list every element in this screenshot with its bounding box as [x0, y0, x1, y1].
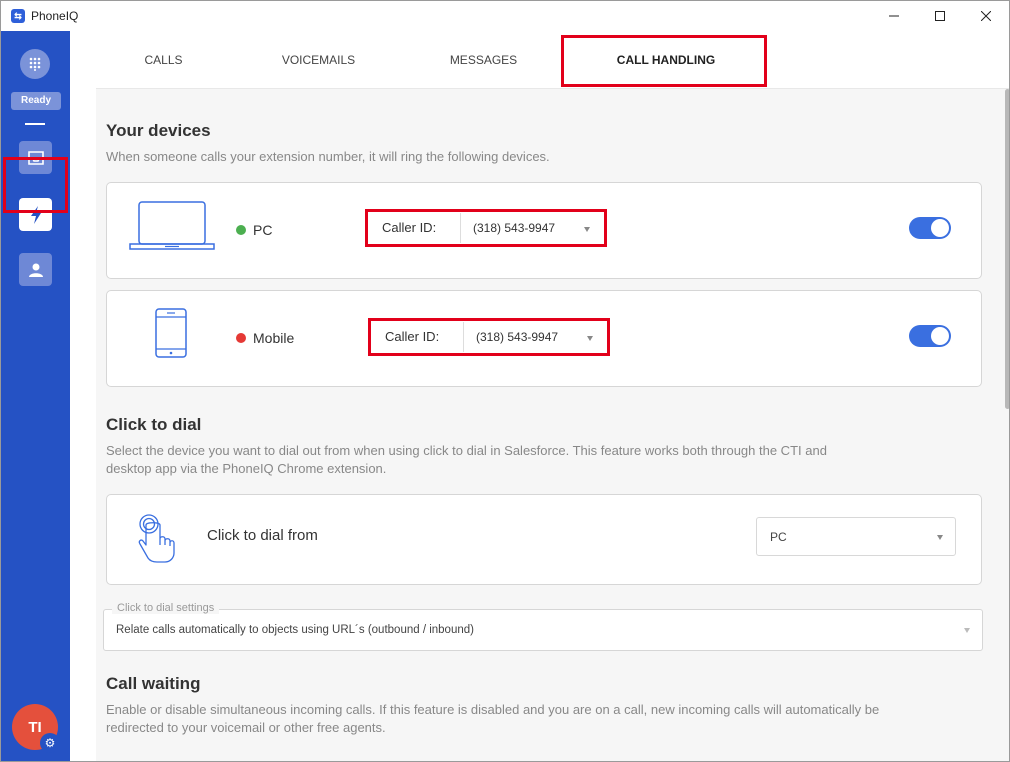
highlight-box-tab [561, 35, 767, 87]
sidebar-divider [25, 123, 45, 125]
toggle-knob [931, 327, 949, 345]
click-to-dial-description-1: Select the device you want to dial out f… [106, 443, 827, 458]
chevron-down-icon [587, 336, 593, 341]
click-to-dial-settings-legend: Click to dial settings [112, 602, 220, 614]
caller-id-select-pc[interactable]: Caller ID: (318) 543-9947 [365, 209, 607, 247]
mobile-phone-icon [155, 308, 187, 358]
app-logo-icon: ⇆ [11, 9, 25, 23]
call-waiting-title: Call waiting [106, 674, 201, 693]
caller-id-select-mobile[interactable]: Caller ID: (318) 543-9947 [368, 318, 610, 356]
status-badge[interactable]: Ready [11, 92, 61, 110]
minimize-icon [889, 15, 899, 17]
gear-icon[interactable]: ⚙ [40, 733, 60, 753]
dialpad-button[interactable] [20, 49, 50, 79]
close-button[interactable] [963, 1, 1009, 31]
chevron-down-icon [584, 227, 590, 232]
title-bar: ⇆ PhoneIQ [1, 1, 1009, 31]
device-name-pc: PC [253, 222, 273, 238]
hand-pointer-icon [138, 514, 175, 563]
scrollbar[interactable] [1005, 89, 1009, 409]
close-icon [981, 11, 991, 21]
sidebar-item-contacts[interactable] [19, 253, 52, 286]
tab-messages[interactable]: MESSAGES [436, 31, 531, 89]
click-to-dial-settings-select[interactable]: Relate calls automatically to objects us… [103, 609, 983, 651]
toggle-knob [931, 219, 949, 237]
chevron-down-icon [937, 535, 943, 540]
status-dot-mobile [236, 333, 246, 343]
maximize-button[interactable] [917, 1, 963, 31]
call-waiting-description-1: Enable or disable simultaneous incoming … [106, 702, 880, 717]
status-dot-pc [236, 225, 246, 235]
toggle-pc[interactable] [909, 217, 951, 239]
caller-id-value: (318) 543-9947 [473, 221, 556, 235]
tab-calls[interactable]: CALLS [116, 31, 211, 89]
caller-id-label: Caller ID: [368, 213, 461, 243]
person-icon [28, 263, 43, 277]
chevron-down-icon [964, 628, 970, 633]
click-to-dial-from-label: Click to dial from [207, 527, 318, 544]
devices-section-description: When someone calls your extension number… [106, 149, 550, 164]
call-waiting-description-2: redirected to your voicemail or other fr… [106, 720, 386, 735]
tab-bar: CALLS VOICEMAILS MESSAGES CALL HANDLING [96, 31, 1009, 89]
device-name-mobile: Mobile [253, 330, 295, 346]
click-to-dial-title: Click to dial [106, 415, 202, 434]
sidebar: Ready TI ⚙ [1, 31, 70, 761]
click-to-dial-description-2: desktop app via the PhoneIQ Chrome exten… [106, 461, 387, 476]
maximize-icon [935, 11, 945, 21]
dialpad-icon [29, 57, 41, 71]
click-to-dial-device-select[interactable]: PC [756, 517, 956, 556]
highlight-box-sidebar [3, 157, 68, 213]
window-title: PhoneIQ [31, 9, 79, 23]
app-window: ⇆ PhoneIQ Ready TI ⚙ CALLS VOICEMAILS ME… [0, 0, 1010, 762]
click-to-dial-settings-value: Relate calls automatically to objects us… [116, 624, 474, 636]
tab-voicemails[interactable]: VOICEMAILS [266, 31, 371, 89]
devices-section-title: Your devices [106, 121, 211, 140]
caller-id-value: (318) 543-9947 [476, 330, 559, 344]
click-to-dial-device-value: PC [770, 530, 787, 544]
toggle-mobile[interactable] [909, 325, 951, 347]
laptop-icon [129, 201, 215, 250]
caller-id-label: Caller ID: [371, 322, 464, 352]
minimize-button[interactable] [871, 1, 917, 31]
